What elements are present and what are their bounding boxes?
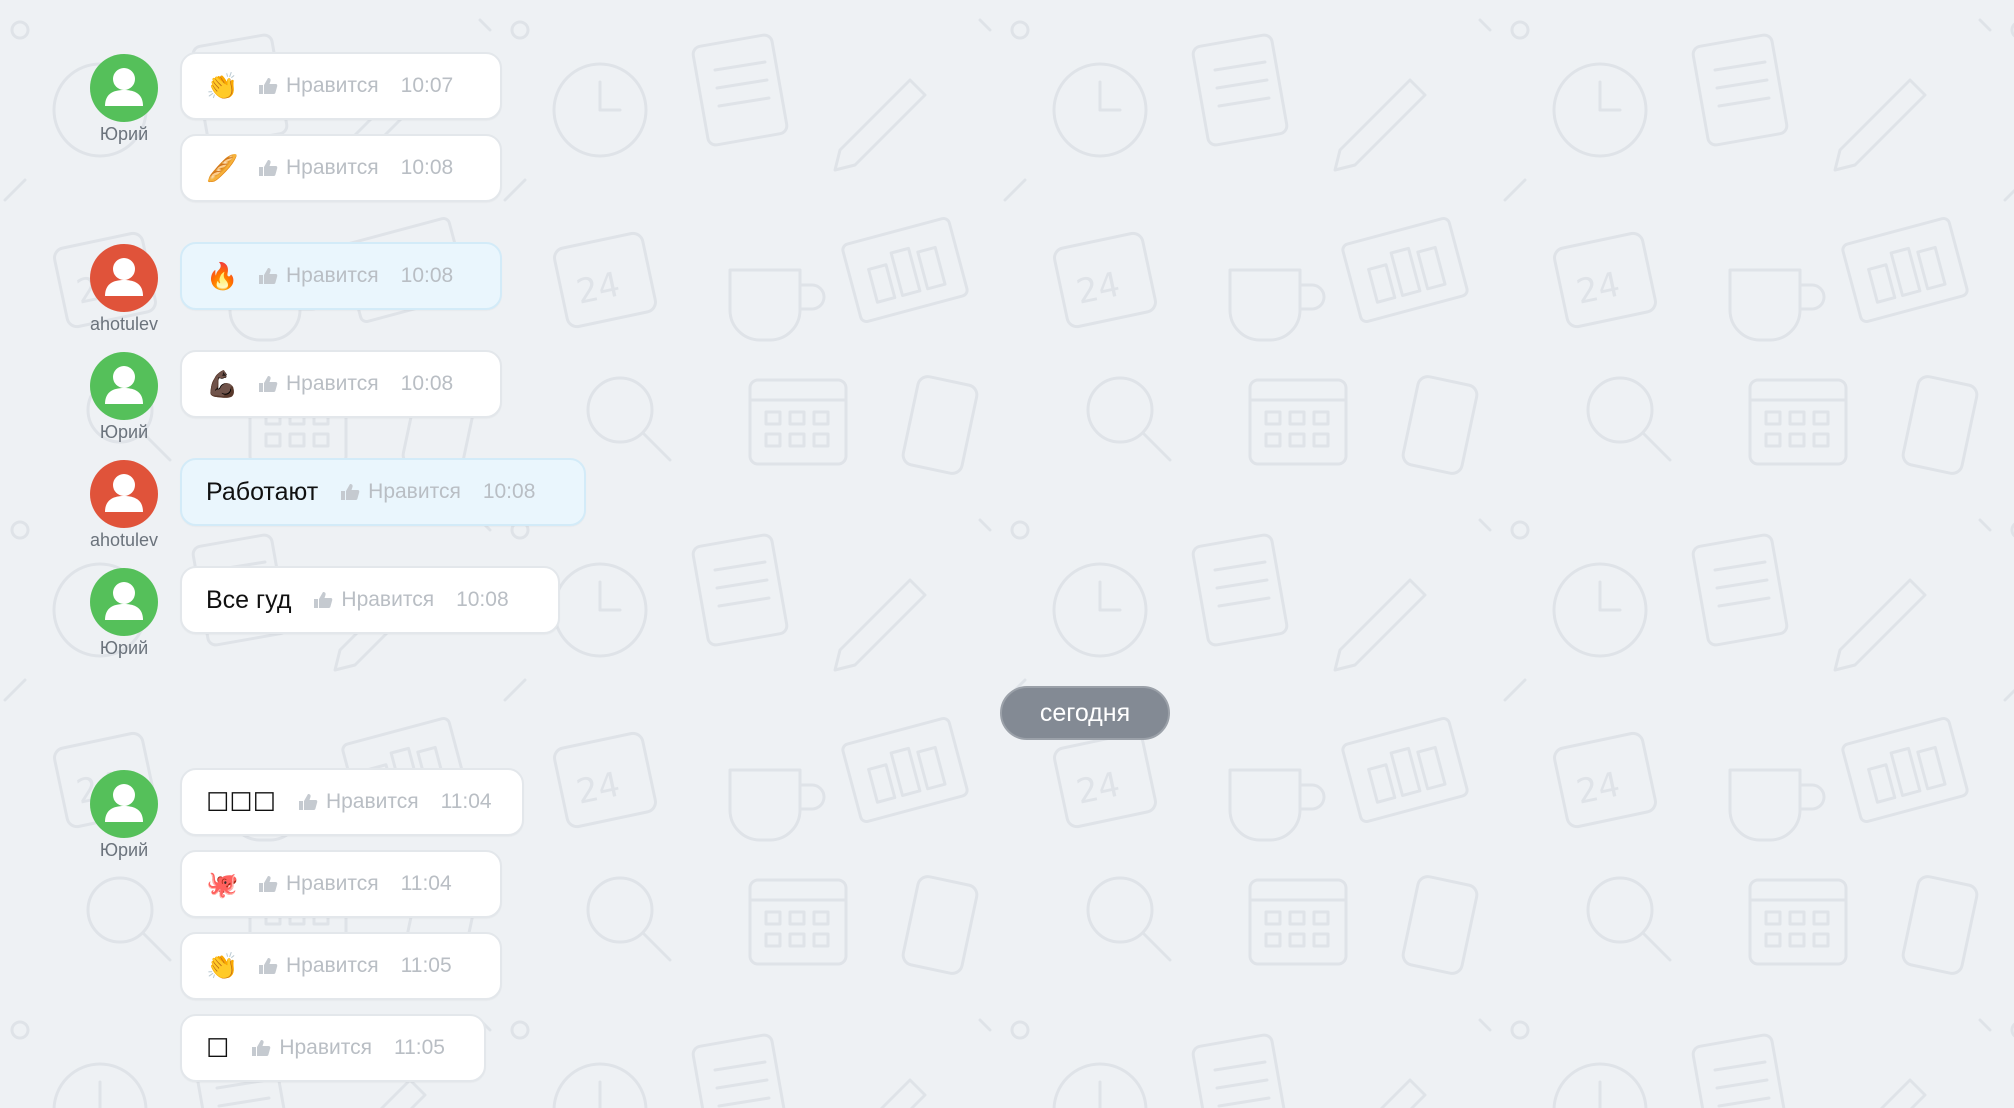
message-content: 💪🏿: [206, 369, 239, 399]
like-button[interactable]: Нравится: [258, 156, 379, 180]
message-group-author: ahotulev: [64, 460, 184, 550]
avatar[interactable]: [90, 54, 158, 122]
author-name: ahotulev: [89, 530, 159, 550]
like-button[interactable]: Нравится: [313, 588, 434, 612]
user-icon: [105, 784, 143, 822]
like-label: Нравится: [279, 1036, 372, 1059]
message-content: ☐: [206, 1033, 230, 1063]
thumbs-up-icon: [259, 876, 278, 892]
like-label: Нравится: [368, 480, 461, 503]
message-bubble[interactable]: ☐☐☐ Нравится 11:04: [180, 768, 524, 836]
message-bubble[interactable]: 🔥 Нравится 10:08: [180, 242, 502, 310]
author-name: Юрий: [99, 124, 149, 144]
like-label: Нравится: [341, 588, 435, 611]
message-time: 11:04: [400, 872, 452, 895]
avatar[interactable]: [90, 352, 158, 420]
message-bubble[interactable]: 👏 Нравится 11:05: [180, 932, 502, 1000]
thumbs-up-icon: [259, 376, 278, 392]
like-label: Нравится: [286, 954, 379, 977]
message-time: 11:04: [440, 790, 492, 813]
message-time: 11:05: [400, 954, 452, 977]
message-group-author: Юрий: [64, 352, 184, 442]
like-label: Нравится: [286, 372, 379, 395]
like-button[interactable]: Нравится: [340, 480, 461, 504]
message-group-author: Юрий: [64, 54, 184, 144]
message-bubble[interactable]: 💪🏿 Нравится 10:08: [180, 350, 502, 418]
user-icon: [105, 258, 143, 296]
thumbs-up-icon: [314, 592, 333, 608]
message-time: 10:08: [456, 588, 509, 611]
like-label: Нравится: [325, 790, 419, 813]
author-name: Юрий: [99, 840, 149, 860]
thumbs-up-icon: [298, 794, 318, 810]
date-separator: сегодня: [1000, 686, 1170, 740]
like-button[interactable]: Нравится: [251, 1036, 372, 1060]
message-time: 10:08: [400, 372, 454, 395]
message-time: 10:08: [400, 264, 454, 287]
like-button[interactable]: Нравится: [258, 264, 379, 288]
thumbs-up-icon: [259, 160, 278, 176]
thumbs-up-icon: [259, 958, 278, 974]
chat-feed: Юрий 👏 Нравится 10:07 🥖 Нравится 10:08 a…: [0, 0, 2014, 1108]
avatar[interactable]: [90, 770, 158, 838]
like-button[interactable]: Нравится: [258, 954, 379, 978]
thumbs-up-icon: [341, 484, 360, 500]
message-bubble[interactable]: ☐ Нравится 11:05: [180, 1014, 486, 1082]
like-label: Нравится: [286, 264, 379, 287]
thumbs-up-icon: [259, 268, 278, 284]
message-bubble[interactable]: Работают Нравится 10:08: [180, 458, 586, 526]
message-content: 🔥: [206, 261, 239, 291]
thumbs-up-icon: [252, 1040, 271, 1056]
message-content: ☐☐☐: [206, 787, 276, 817]
thumbs-up-icon: [259, 78, 278, 94]
author-name: Юрий: [99, 422, 149, 442]
message-group-author: ahotulev: [64, 244, 184, 334]
message-bubble[interactable]: 👏 Нравится 10:07: [180, 52, 502, 120]
like-button[interactable]: Нравится: [258, 74, 379, 98]
like-label: Нравится: [286, 872, 379, 895]
avatar[interactable]: [90, 460, 158, 528]
message-bubble[interactable]: 🐙 Нравится 11:04: [180, 850, 502, 918]
message-time: 10:08: [400, 156, 454, 179]
like-button[interactable]: Нравится: [298, 790, 419, 814]
like-label: Нравится: [286, 156, 379, 179]
message-group-author: Юрий: [64, 568, 184, 658]
author-name: Юрий: [99, 638, 149, 658]
like-label: Нравится: [286, 74, 379, 97]
message-time: 10:07: [400, 74, 454, 97]
user-icon: [105, 366, 143, 404]
message-group-author: Юрий: [64, 770, 184, 860]
author-name: ahotulev: [89, 314, 159, 334]
message-bubble[interactable]: Все гуд Нравится 10:08: [180, 566, 560, 634]
message-content: 🥖: [206, 153, 239, 183]
avatar[interactable]: [90, 568, 158, 636]
message-content: 🐙: [206, 869, 239, 899]
message-content: 👏: [206, 71, 239, 101]
like-button[interactable]: Нравится: [258, 372, 379, 396]
message-bubble[interactable]: 🥖 Нравится 10:08: [180, 134, 502, 202]
avatar[interactable]: [90, 244, 158, 312]
message-content: Работают: [206, 478, 319, 506]
message-content: 👏: [206, 951, 239, 981]
user-icon: [105, 68, 143, 106]
message-time: 11:05: [393, 1036, 445, 1059]
user-icon: [105, 582, 143, 620]
message-content: Все гуд: [206, 586, 292, 614]
message-time: 10:08: [482, 480, 536, 503]
like-button[interactable]: Нравится: [258, 872, 379, 896]
user-icon: [105, 474, 143, 512]
